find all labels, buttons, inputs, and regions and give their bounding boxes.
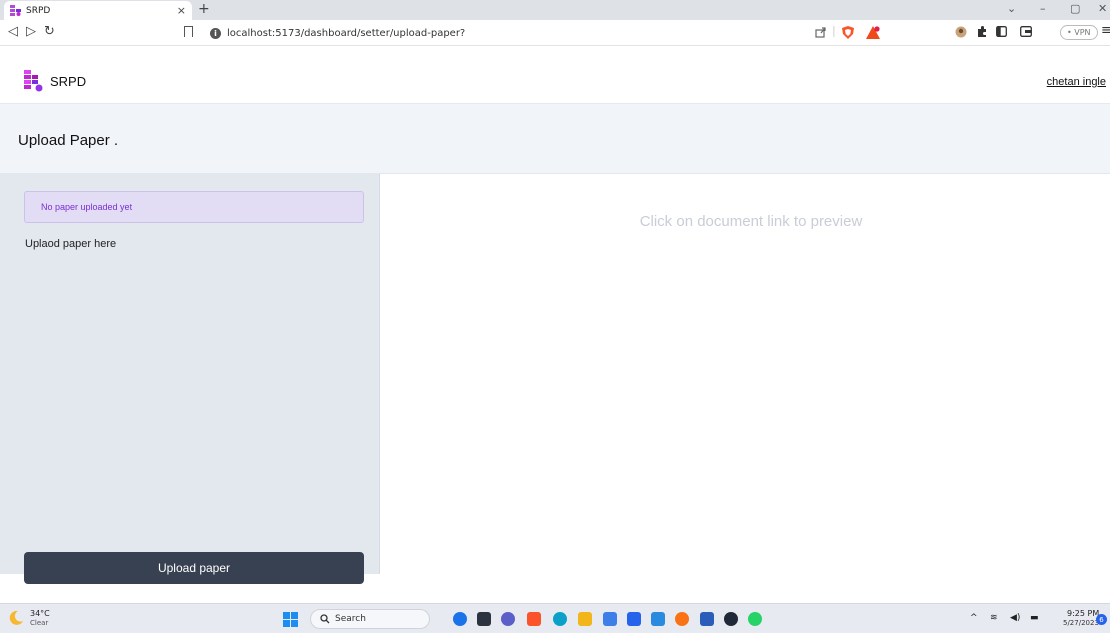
- tab-close-icon[interactable]: ×: [177, 4, 186, 17]
- notepad-icon[interactable]: [603, 612, 617, 626]
- brave-rewards-icon[interactable]: [866, 26, 880, 39]
- extensions-puzzle-icon[interactable]: [976, 26, 988, 38]
- minimize-icon[interactable]: –: [1040, 2, 1046, 15]
- vpn-button[interactable]: • VPN: [1060, 25, 1098, 40]
- brand-name: SRPD: [50, 73, 87, 89]
- battery-icon[interactable]: ▬: [1030, 613, 1039, 623]
- brave-shield-icon[interactable]: [842, 26, 854, 39]
- menu-icon[interactable]: ≡: [1101, 23, 1110, 38]
- moon-weather-icon[interactable]: [8, 610, 24, 626]
- search-icon: [320, 614, 330, 624]
- word-icon[interactable]: [700, 612, 714, 626]
- new-tab-button[interactable]: +: [198, 1, 210, 17]
- brand[interactable]: SRPD: [24, 70, 86, 92]
- browser-toolbar: ◁ ▷ ↻ i localhost:5173/dashboard/setter/…: [0, 20, 1110, 46]
- windows-start-icon[interactable]: [283, 612, 298, 627]
- upload-paper-button[interactable]: Upload paper: [24, 552, 364, 584]
- screen: SRPD × + ⌄ – ▢ ✕ ◁ ▷ ↻ i localhost:5173/…: [0, 0, 1110, 633]
- browser-tab[interactable]: SRPD ×: [4, 1, 192, 20]
- reload-icon[interactable]: ↻: [44, 24, 55, 39]
- clock-date[interactable]: 5/27/2023: [1063, 619, 1099, 627]
- app-header: SRPD chetan ingle: [0, 62, 1110, 104]
- browser-tab-strip: SRPD × + ⌄ – ▢ ✕: [0, 0, 1110, 20]
- chrome-app-icon[interactable]: [675, 612, 689, 626]
- bookmark-icon[interactable]: [184, 26, 193, 37]
- logo-icon: [24, 70, 43, 92]
- upload-hint-text: Uplaod paper here: [25, 238, 117, 250]
- tab-title: SRPD: [26, 5, 51, 16]
- app-icon-dark[interactable]: [724, 612, 738, 626]
- bing-app-icon[interactable]: [453, 612, 467, 626]
- store-icon[interactable]: [627, 612, 641, 626]
- sidebar-toggle-icon[interactable]: [996, 26, 1007, 37]
- search-label: Search: [335, 614, 366, 624]
- clock-time[interactable]: 9:25 PM: [1067, 609, 1099, 618]
- empty-state-alert: No paper uploaded yet: [24, 191, 364, 223]
- document-preview-panel: Click on document link to preview: [381, 174, 1110, 574]
- alert-text: No paper uploaded yet: [41, 202, 133, 212]
- toolbar-divider: |: [832, 24, 836, 37]
- teams-icon[interactable]: [501, 612, 515, 626]
- tray-overflow-icon[interactable]: ^: [970, 613, 978, 623]
- user-profile-link[interactable]: chetan ingle: [1047, 76, 1106, 88]
- back-icon[interactable]: ◁: [8, 24, 18, 39]
- share-icon[interactable]: [815, 26, 827, 38]
- forward-icon[interactable]: ▷: [26, 24, 36, 39]
- site-info-icon[interactable]: i: [210, 27, 221, 39]
- page-title: Upload Paper .: [18, 132, 119, 149]
- wifi-icon[interactable]: ≋: [990, 613, 998, 623]
- preview-placeholder: Click on document link to preview: [639, 213, 863, 230]
- vscode-icon[interactable]: [651, 612, 665, 626]
- notification-badge[interactable]: 6: [1096, 614, 1107, 625]
- task-view-icon[interactable]: [477, 612, 491, 626]
- weather-condition: Clear: [30, 619, 49, 627]
- close-window-icon[interactable]: ✕: [1098, 2, 1107, 15]
- upload-panel: No paper uploaded yet Uplaod paper here …: [0, 174, 380, 584]
- extension-avatar-icon[interactable]: [955, 26, 967, 38]
- address-bar[interactable]: i localhost:5173/dashboard/setter/upload…: [210, 24, 465, 42]
- weather-temp: 34°C: [30, 609, 50, 618]
- volume-icon[interactable]: ◀): [1010, 613, 1020, 623]
- edge-browser-icon[interactable]: [553, 612, 567, 626]
- taskbar: 34°C Clear Search ^ ≋ ◀) ▬ 9:25 PM 5/27/…: [0, 603, 1110, 633]
- restore-icon[interactable]: ▢: [1070, 2, 1080, 15]
- file-explorer-icon[interactable]: [578, 612, 592, 626]
- taskbar-search[interactable]: Search: [310, 609, 430, 629]
- brave-browser-icon[interactable]: [527, 612, 541, 626]
- wallet-icon[interactable]: [1020, 26, 1032, 37]
- url-text: localhost:5173/dashboard/setter/upload-p…: [227, 27, 466, 39]
- page-header: Upload Paper .: [0, 104, 1110, 174]
- site-favicon-icon: [10, 5, 21, 16]
- whatsapp-icon[interactable]: [748, 612, 762, 626]
- tab-list-chevron-icon[interactable]: ⌄: [1007, 2, 1016, 15]
